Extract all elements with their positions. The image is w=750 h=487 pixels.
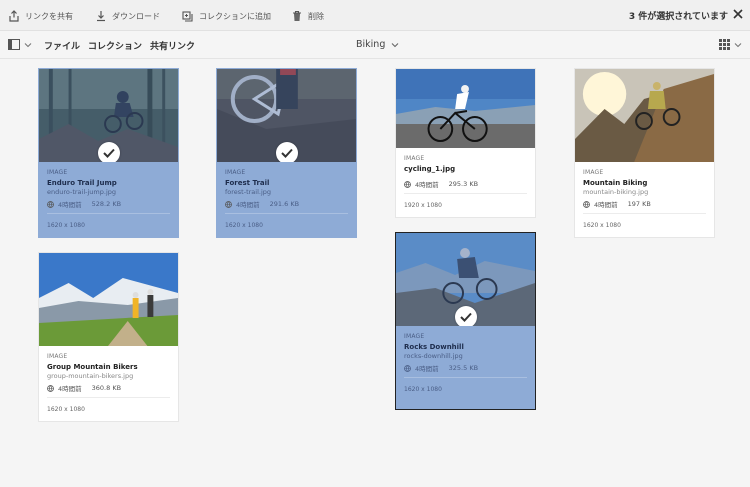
asset-title: Group Mountain Bikers: [47, 363, 138, 371]
asset-dimensions: 1620 x 1080: [47, 406, 85, 413]
grid-view-icon: [719, 39, 730, 50]
asset-type: IMAGE: [47, 353, 68, 360]
asset-card-cycling-1[interactable]: IMAGE cycling_1.jpg 4時間前 295.3 KB 1920 x…: [395, 68, 536, 218]
chevron-down-icon: [24, 42, 32, 47]
globe-icon: [47, 384, 54, 392]
asset-type: IMAGE: [47, 169, 68, 176]
divider: [404, 377, 527, 378]
download-icon: [97, 11, 105, 22]
asset-type: IMAGE: [404, 155, 425, 162]
asset-dimensions: 1620 x 1080: [225, 222, 263, 229]
asset-title: Rocks Downhill: [404, 343, 464, 351]
asset-info: 4時間前 360.8 KB: [47, 383, 170, 393]
asset-title: cycling_1.jpg: [404, 165, 456, 173]
asset-dimensions: 1920 x 1080: [404, 202, 442, 209]
nav-files[interactable]: ファイル: [44, 39, 80, 52]
add-to-collection-label: コレクションに追加: [199, 11, 271, 21]
checkmark-icon[interactable]: [454, 306, 477, 326]
asset-title: Mountain Biking: [583, 179, 648, 187]
asset-card-group-mountain-bikers[interactable]: IMAGE Group Mountain Bikers group-mounta…: [38, 252, 179, 422]
asset-dimensions: 1620 x 1080: [404, 386, 442, 393]
asset-info: 4時間前 325.5 KB: [404, 363, 527, 373]
asset-filename: mountain-biking.jpg: [583, 188, 649, 196]
asset-filename: rocks-downhill.jpg: [404, 352, 463, 360]
checkmark-icon[interactable]: [97, 142, 120, 162]
asset-filename: forest-trail.jpg: [225, 188, 272, 196]
share-icon: [9, 10, 19, 22]
asset-size: 295.3 KB: [448, 180, 479, 188]
folder-title: Biking: [356, 39, 386, 50]
asset-size: 197 KB: [627, 200, 651, 208]
asset-size: 291.6 KB: [269, 200, 300, 208]
asset-card-mountain-biking[interactable]: IMAGE Mountain Biking mountain-biking.jp…: [574, 68, 715, 238]
asset-size: 325.5 KB: [448, 364, 479, 372]
asset-modified: 4時間前: [415, 181, 439, 189]
globe-icon: [225, 200, 232, 208]
view-switcher[interactable]: [719, 39, 742, 50]
divider: [47, 397, 170, 398]
asset-thumbnail: [39, 253, 178, 346]
action-bar: リンクを共有 ダウンロード コレクションに追加 削除 3 件が選択されています: [0, 0, 750, 31]
asset-thumbnail: [396, 233, 535, 326]
asset-thumbnail: [217, 69, 356, 162]
divider: [583, 213, 706, 214]
download-label: ダウンロード: [112, 11, 160, 21]
asset-title: Forest Trail: [225, 179, 270, 187]
chevron-down-icon: [391, 42, 399, 47]
asset-type: IMAGE: [225, 169, 246, 176]
delete-label: 削除: [308, 11, 324, 21]
app-window: リンクを共有 ダウンロード コレクションに追加 削除 3 件が選択されています …: [0, 0, 750, 487]
chevron-down-icon: [734, 42, 742, 47]
asset-modified: 4時間前: [415, 365, 439, 373]
asset-thumbnail: [575, 69, 714, 162]
close-icon[interactable]: [732, 8, 744, 20]
divider: [47, 213, 170, 214]
delete-button[interactable]: 削除: [291, 8, 324, 24]
asset-thumbnail: [396, 69, 535, 148]
globe-icon: [404, 364, 411, 372]
asset-type: IMAGE: [583, 169, 604, 176]
asset-card-forest-trail[interactable]: IMAGE Forest Trail forest-trail.jpg 4時間前…: [216, 68, 357, 238]
asset-card-enduro-trail-jump[interactable]: IMAGE Enduro Trail Jump enduro-trail-jum…: [38, 68, 179, 238]
asset-size: 360.8 KB: [91, 384, 122, 392]
folder-title-dropdown[interactable]: Biking: [356, 39, 399, 50]
globe-icon: [404, 180, 411, 188]
globe-icon: [47, 200, 54, 208]
asset-dimensions: 1620 x 1080: [583, 222, 621, 229]
asset-info: 4時間前 528.2 KB: [47, 199, 170, 209]
share-link-button[interactable]: リンクを共有: [8, 8, 73, 24]
add-to-collection-button[interactable]: コレクションに追加: [182, 8, 271, 24]
asset-title: Enduro Trail Jump: [47, 179, 117, 187]
asset-size: 528.2 KB: [91, 200, 122, 208]
asset-card-rocks-downhill[interactable]: IMAGE Rocks Downhill rocks-downhill.jpg …: [395, 232, 536, 410]
rail-toggle[interactable]: [8, 39, 32, 50]
globe-icon: [583, 200, 590, 208]
asset-type: IMAGE: [404, 333, 425, 340]
asset-modified: 4時間前: [58, 385, 82, 393]
navigation-bar: ファイル コレクション 共有リンク Biking: [0, 31, 750, 59]
divider: [404, 193, 527, 194]
asset-filename: enduro-trail-jump.jpg: [47, 188, 117, 196]
asset-filename: group-mountain-bikers.jpg: [47, 372, 134, 380]
asset-dimensions: 1620 x 1080: [47, 222, 85, 229]
checkmark-icon[interactable]: [275, 142, 298, 162]
selection-count: 3 件が選択されています: [628, 12, 728, 22]
download-button[interactable]: ダウンロード: [95, 8, 160, 24]
rail-toggle-icon: [8, 39, 20, 50]
asset-modified: 4時間前: [58, 201, 82, 209]
nav-collections[interactable]: コレクション: [88, 39, 142, 52]
share-link-label: リンクを共有: [25, 11, 73, 21]
asset-modified: 4時間前: [236, 201, 260, 209]
trash-icon: [293, 10, 301, 21]
asset-thumbnail: [39, 69, 178, 162]
asset-info: 4時間前 197 KB: [583, 199, 706, 209]
nav-shared-links[interactable]: 共有リンク: [150, 39, 195, 52]
divider: [225, 213, 348, 214]
asset-info: 4時間前 295.3 KB: [404, 179, 527, 189]
asset-info: 4時間前 291.6 KB: [225, 199, 348, 209]
asset-modified: 4時間前: [594, 201, 618, 209]
add-collection-icon: [182, 11, 193, 22]
